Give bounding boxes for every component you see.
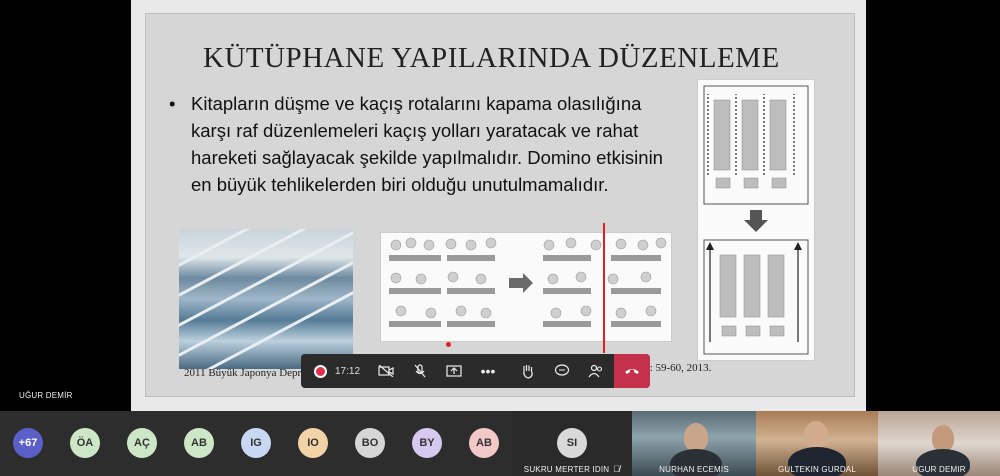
meeting-time: 17:12: [334, 365, 361, 377]
participant-name: SUKRU MERTER IDIN 🎙̸: [523, 464, 621, 474]
participants-icon: [588, 364, 603, 378]
mic-off-icon: 🎙̸: [613, 464, 621, 474]
chat-icon: [554, 364, 570, 376]
shared-screen: KÜTÜPHANE YAPILARINDA DÜZENLEME • Kitapl…: [0, 0, 1000, 411]
avatar[interactable]: AB: [469, 428, 499, 458]
library-earthquake-photo: [179, 229, 353, 369]
participants-button[interactable]: [579, 354, 613, 388]
participant-video-tile[interactable]: NURHAN ECEMIS: [632, 411, 756, 476]
share-screen-button[interactable]: [437, 354, 471, 388]
more-icon: •••: [480, 363, 496, 379]
raise-hand-icon: [523, 365, 533, 379]
share-screen-icon: [446, 365, 462, 377]
record-icon: [313, 364, 327, 378]
participant-name: NURHAN ECEMIS: [659, 465, 729, 474]
slide-bullet: • Kitapların düşme ve kaçış rotalarını k…: [169, 90, 671, 198]
slide-title: KÜTÜPHANE YAPILARINDA DÜZENLEME: [203, 42, 780, 74]
participant-name: GULTEKIN GURDAL: [778, 465, 856, 474]
overflow-participants-button[interactable]: +67: [13, 428, 43, 458]
mic-button[interactable]: [403, 354, 437, 388]
hang-up-icon: [625, 369, 639, 374]
annotation-line: [603, 223, 605, 353]
raise-hand-button[interactable]: [511, 354, 545, 388]
bullet-dot: •: [169, 93, 176, 114]
avatar[interactable]: AB: [184, 428, 214, 458]
participant-face: [932, 425, 954, 451]
evacuation-route-diagram: [697, 79, 815, 361]
avatar[interactable]: BY: [412, 428, 442, 458]
participant-gallery: +67 ÖA AÇ AB IG IO BO BY AB SI SUKRU MER…: [0, 411, 1000, 476]
recording-indicator[interactable]: 17:12: [307, 354, 367, 388]
more-button[interactable]: •••: [471, 354, 505, 388]
mic-off-icon: [414, 364, 426, 378]
photo-caption: 2011 Büyük Japonya Depre: [184, 367, 307, 379]
avatar[interactable]: IG: [241, 428, 271, 458]
participant-avatar-strip: +67 ÖA AÇ AB IG IO BO BY AB: [0, 411, 512, 476]
chat-button[interactable]: [545, 354, 579, 388]
participant-name: UGUR DEMIR: [912, 465, 966, 474]
participant-face: [804, 421, 828, 449]
avatar[interactable]: ÖA: [70, 428, 100, 458]
participant-face: [684, 423, 708, 451]
pointer-dot: [446, 342, 451, 347]
bullet-text: Kitapların düşme ve kaçış rotalarını kap…: [191, 93, 663, 195]
avatar[interactable]: IO: [298, 428, 328, 458]
camera-off-icon: [378, 365, 394, 377]
avatar[interactable]: BO: [355, 428, 385, 458]
camera-button[interactable]: [369, 354, 403, 388]
participant-video-tile[interactable]: UGUR DEMIR: [878, 411, 1000, 476]
meeting-toolbar: 17:12 •••: [301, 354, 650, 388]
presenter-name: UĞUR DEMİR: [19, 391, 73, 400]
hang-up-button[interactable]: [614, 354, 650, 388]
shelf-arrangement-diagram: [380, 232, 672, 342]
participant-video-tile[interactable]: GULTEKIN GURDAL: [756, 411, 878, 476]
avatar[interactable]: AÇ: [127, 428, 157, 458]
avatar: SI: [557, 428, 587, 458]
participant-tile[interactable]: SI SUKRU MERTER IDIN 🎙̸: [512, 411, 632, 476]
slide: KÜTÜPHANE YAPILARINDA DÜZENLEME • Kitapl…: [145, 13, 855, 397]
